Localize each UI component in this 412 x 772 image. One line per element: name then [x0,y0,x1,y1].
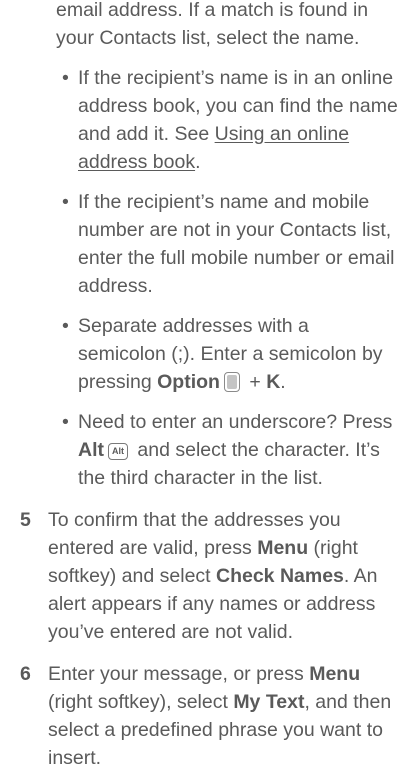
bullet-dot: • [62,191,69,213]
menu-key-label: Menu [309,663,361,685]
bullet-1-line-4: address book. [78,148,412,176]
bullet-dot: • [62,67,69,89]
intro-line-1: email address. If a match is found in [56,0,369,21]
intro-continuation: email address. If a match is found in yo… [6,0,412,52]
step-6: 6 Enter your message, or press Menu (rig… [6,660,412,772]
bullet-2-line-4: address. [78,275,153,297]
bullet-1-tail-text: and add it. See [78,123,215,145]
bullet-online-address-book: • If the recipient’s name is in an onlin… [6,64,412,176]
period-text: . [280,371,286,393]
step-5-line-3-post: . An [343,565,378,587]
step-5: 5 To confirm that the addresses you ente… [6,506,412,646]
alt-key-label: Alt [78,439,104,461]
option-key-label: Option [157,371,220,393]
bullet-dot: • [62,411,69,433]
k-key-label: K [266,371,281,393]
step-number: 5 [20,509,31,531]
bullet-underscore: • Need to enter an underscore? Press Alt… [6,408,412,492]
manual-page: email address. If a match is found in yo… [0,0,412,769]
my-text-label: My Text [233,691,305,713]
bullet-semicolon: • Separate addresses with a semicolon (;… [6,312,412,396]
plus-text: + [243,371,267,393]
step-5-line-4: alert appears if any names or address [48,593,376,615]
intro-line-2: your Contacts list, select the name. [56,27,360,49]
step-5-line-3: softkey) and select Check Names. An [48,562,412,590]
bullet-list: • If the recipient’s name is in an onlin… [6,64,412,492]
online-address-book-link[interactable]: Using an online [215,123,349,145]
bullet-full-number: • If the recipient’s name and mobile num… [6,188,412,300]
bullet-3-line-1: Separate addresses with a [78,315,309,337]
bullet-2-line-2: number are not in your Contacts list, [78,219,392,241]
bullet-1-line-2: address book, you can find the name [78,95,398,117]
bullet-2-line-3: enter the full mobile number or email [78,247,395,269]
bullet-1-end: . [195,151,201,173]
bullet-1-line-1: If the recipient’s name is in an online [78,67,394,89]
bullet-1-line-3: and add it. See Using an online [78,120,412,148]
bullet-3-line-3: pressing Option + K. [78,368,412,396]
bullet-4-line-2: Alt Alt and select the character. It’s [78,436,412,464]
bullet-dot: • [62,315,69,337]
option-key-icon [223,372,240,392]
check-names-label: Check Names [216,565,344,587]
step-6-line-1-pre: Enter your message, or press [48,663,310,685]
menu-key-label: Menu [257,537,309,559]
step-5-line-5: you’ve entered are not valid. [48,621,293,643]
online-address-book-link-cont[interactable]: address book [78,151,195,173]
step-6-line-4: insert. [48,747,102,769]
step-5-line-3-pre: softkey) and select [48,565,216,587]
step-number: 6 [20,663,31,685]
pressing-text: pressing [78,371,158,393]
step-6-line-1: Enter your message, or press Menu [48,660,412,688]
select-character-text: and select the character. It’s [132,439,380,461]
bullet-4-line-1: Need to enter an underscore? Press [78,411,393,433]
step-6-line-2-post: , and then [304,691,392,713]
step-5-line-2-post: (right [308,537,358,559]
bullet-3-line-2: semicolon (;). Enter a semicolon by [78,343,383,365]
bullet-4-line-3: the third character in the list. [78,467,323,489]
alt-key-icon: Alt [108,443,128,460]
step-6-line-3: select a predefined phrase you want to [48,719,383,741]
bullet-2-line-1: If the recipient’s name and mobile [78,191,370,213]
step-6-line-2-pre: (right softkey), select [48,691,234,713]
step-5-line-1: To confirm that the addresses you [48,509,341,531]
step-5-line-2: entered are valid, press Menu (right [48,534,412,562]
step-6-line-2: (right softkey), select My Text, and the… [48,688,412,716]
step-5-line-2-pre: entered are valid, press [48,537,258,559]
